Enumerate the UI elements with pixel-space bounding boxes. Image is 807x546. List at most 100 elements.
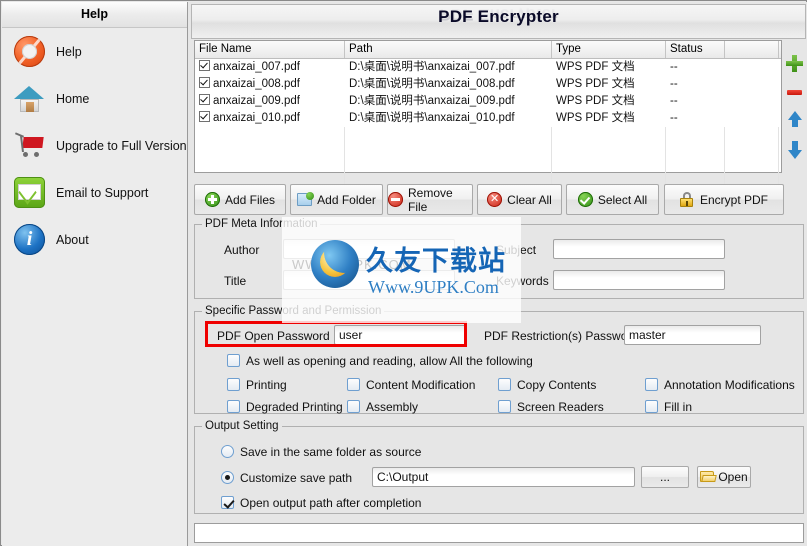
output-setting-legend: Output Setting xyxy=(202,420,282,432)
cell-empty xyxy=(666,127,725,144)
permission-label-content-modification: Content Modification xyxy=(366,378,476,392)
cell-status: -- xyxy=(670,95,678,107)
permission-checkbox-assembly[interactable] xyxy=(347,400,360,413)
open-output-after-completion-checkbox[interactable] xyxy=(221,496,234,509)
save-same-folder-radio[interactable] xyxy=(221,445,234,458)
cell-file-name: anxaizai_007.pdf xyxy=(195,59,345,76)
column-header-file-name[interactable]: File Name xyxy=(195,41,345,58)
sidebar-item-label: Upgrade to Full Version xyxy=(56,138,187,153)
row-checkbox[interactable] xyxy=(199,77,210,88)
table-row[interactable]: anxaizai_007.pdf D:\桌面\说明书\anxaizai_007.p… xyxy=(195,59,781,76)
sidebar-item-home[interactable]: Home xyxy=(2,75,187,122)
permission-label-printing: Printing xyxy=(246,378,287,392)
pdf-restriction-password-input[interactable]: master xyxy=(624,325,761,345)
application-window: Help Help Home Upgrade to Full Version E… xyxy=(0,0,807,546)
permission-checkbox-content-modification[interactable] xyxy=(347,378,360,391)
cell-type: WPS PDF 文档 xyxy=(556,61,635,73)
move-up-icon[interactable] xyxy=(785,107,805,135)
remove-file-label: Remove File xyxy=(408,185,453,214)
row-checkbox[interactable] xyxy=(199,60,210,71)
cell-empty xyxy=(666,144,725,161)
permission-label-annotation-modifications: Annotation Modifications xyxy=(664,378,795,392)
row-checkbox[interactable] xyxy=(199,94,210,105)
watermark-site-name: 久友下载站 xyxy=(366,246,506,277)
remove-row-icon[interactable] xyxy=(785,79,805,107)
save-path-input[interactable]: C:\Output xyxy=(372,467,635,487)
page-title-reflection: PDF Encrypter xyxy=(439,5,558,24)
add-folder-button[interactable]: Add Folder xyxy=(290,184,383,215)
table-empty-row xyxy=(195,127,781,144)
sidebar-item-label: Help xyxy=(56,44,82,59)
sidebar-header: Help xyxy=(2,2,187,28)
permission-checkbox-printing[interactable] xyxy=(227,378,240,391)
sidebar-item-email-support[interactable]: Email to Support xyxy=(2,169,187,216)
cell-empty xyxy=(552,161,666,178)
allow-all-checkbox[interactable] xyxy=(227,354,240,367)
select-all-button[interactable]: Select All xyxy=(566,184,659,215)
action-toolbar: Add Files Add Folder Remove File ✕ Clear… xyxy=(194,184,784,215)
watermark-logo-icon xyxy=(311,240,359,288)
permission-label-screen-readers: Screen Readers xyxy=(517,400,604,414)
cell-empty xyxy=(725,161,779,178)
browse-path-button[interactable]: ... xyxy=(641,466,689,488)
permission-checkbox-degraded-printing[interactable] xyxy=(227,400,240,413)
lock-icon xyxy=(680,192,695,207)
cell-type: WPS PDF 文档 xyxy=(556,78,635,90)
list-reorder-toolbar xyxy=(785,51,805,163)
column-header-extra[interactable] xyxy=(725,41,779,58)
move-down-icon[interactable] xyxy=(785,135,805,163)
house-icon xyxy=(14,83,45,114)
cell-status: -- xyxy=(670,78,678,90)
open-folder-icon xyxy=(700,471,715,483)
status-bar xyxy=(194,523,804,543)
encrypt-pdf-button[interactable]: Encrypt PDF xyxy=(664,184,784,215)
cell-empty xyxy=(345,127,552,144)
table-empty-row xyxy=(195,161,781,178)
site-watermark-overlay: WWW.9UPK.COM 久友下载站 Www.9UPK.Com xyxy=(282,217,521,323)
permission-checkbox-copy-contents[interactable] xyxy=(498,378,511,391)
cell-empty xyxy=(195,144,345,161)
cell-extra xyxy=(725,110,779,127)
cell-empty xyxy=(345,161,552,178)
sidebar-item-label: Home xyxy=(56,91,90,106)
table-empty-row xyxy=(195,144,781,161)
sidebar-item-upgrade[interactable]: Upgrade to Full Version xyxy=(2,122,187,169)
customize-save-path-radio[interactable] xyxy=(221,471,234,484)
table-body: anxaizai_007.pdf D:\桌面\说明书\anxaizai_007.p… xyxy=(195,59,781,195)
add-row-icon[interactable] xyxy=(785,51,805,79)
pdf-open-password-input[interactable]: user xyxy=(334,325,466,345)
permission-checkbox-screen-readers[interactable] xyxy=(498,400,511,413)
file-list-table[interactable]: File Name Path Type Status anxaizai_007.… xyxy=(194,40,782,195)
cell-empty xyxy=(725,144,779,161)
remove-icon xyxy=(388,192,403,207)
permission-checkbox-annotation-modifications[interactable] xyxy=(645,378,658,391)
permission-label-degraded-printing: Degraded Printing xyxy=(246,400,343,414)
row-checkbox[interactable] xyxy=(199,111,210,122)
table-row[interactable]: anxaizai_010.pdf D:\桌面\说明书\anxaizai_010.p… xyxy=(195,110,781,127)
sidebar-item-about[interactable]: About xyxy=(2,216,187,263)
table-row[interactable]: anxaizai_008.pdf D:\桌面\说明书\anxaizai_008.p… xyxy=(195,76,781,93)
column-header-path[interactable]: Path xyxy=(345,41,552,58)
cell-type: WPS PDF 文档 xyxy=(556,112,635,124)
save-same-folder-label: Save in the same folder as source xyxy=(240,445,422,459)
subject-field[interactable] xyxy=(553,239,725,259)
cell-status: -- xyxy=(670,61,678,73)
cell-file-name: anxaizai_009.pdf xyxy=(195,93,345,110)
clear-all-button[interactable]: ✕ Clear All xyxy=(477,184,562,215)
folder-add-icon xyxy=(297,192,315,206)
select-all-label: Select All xyxy=(597,192,648,207)
permission-checkbox-fill-in[interactable] xyxy=(645,400,658,413)
check-circle-icon xyxy=(577,192,593,207)
remove-file-button[interactable]: Remove File xyxy=(387,184,473,215)
permission-label-copy-contents: Copy Contents xyxy=(517,378,597,392)
add-files-button[interactable]: Add Files xyxy=(194,184,286,215)
allow-all-label: As well as opening and reading, allow Al… xyxy=(246,354,533,368)
column-header-type[interactable]: Type xyxy=(552,41,666,58)
column-header-status[interactable]: Status xyxy=(666,41,725,58)
sidebar-item-help[interactable]: Help xyxy=(2,28,187,75)
keywords-field[interactable] xyxy=(553,270,725,290)
table-row[interactable]: anxaizai_009.pdf D:\桌面\说明书\anxaizai_009.p… xyxy=(195,93,781,110)
open-path-button[interactable]: Open xyxy=(697,466,751,488)
cell-empty xyxy=(666,161,725,178)
add-folder-label: Add Folder xyxy=(317,192,376,207)
